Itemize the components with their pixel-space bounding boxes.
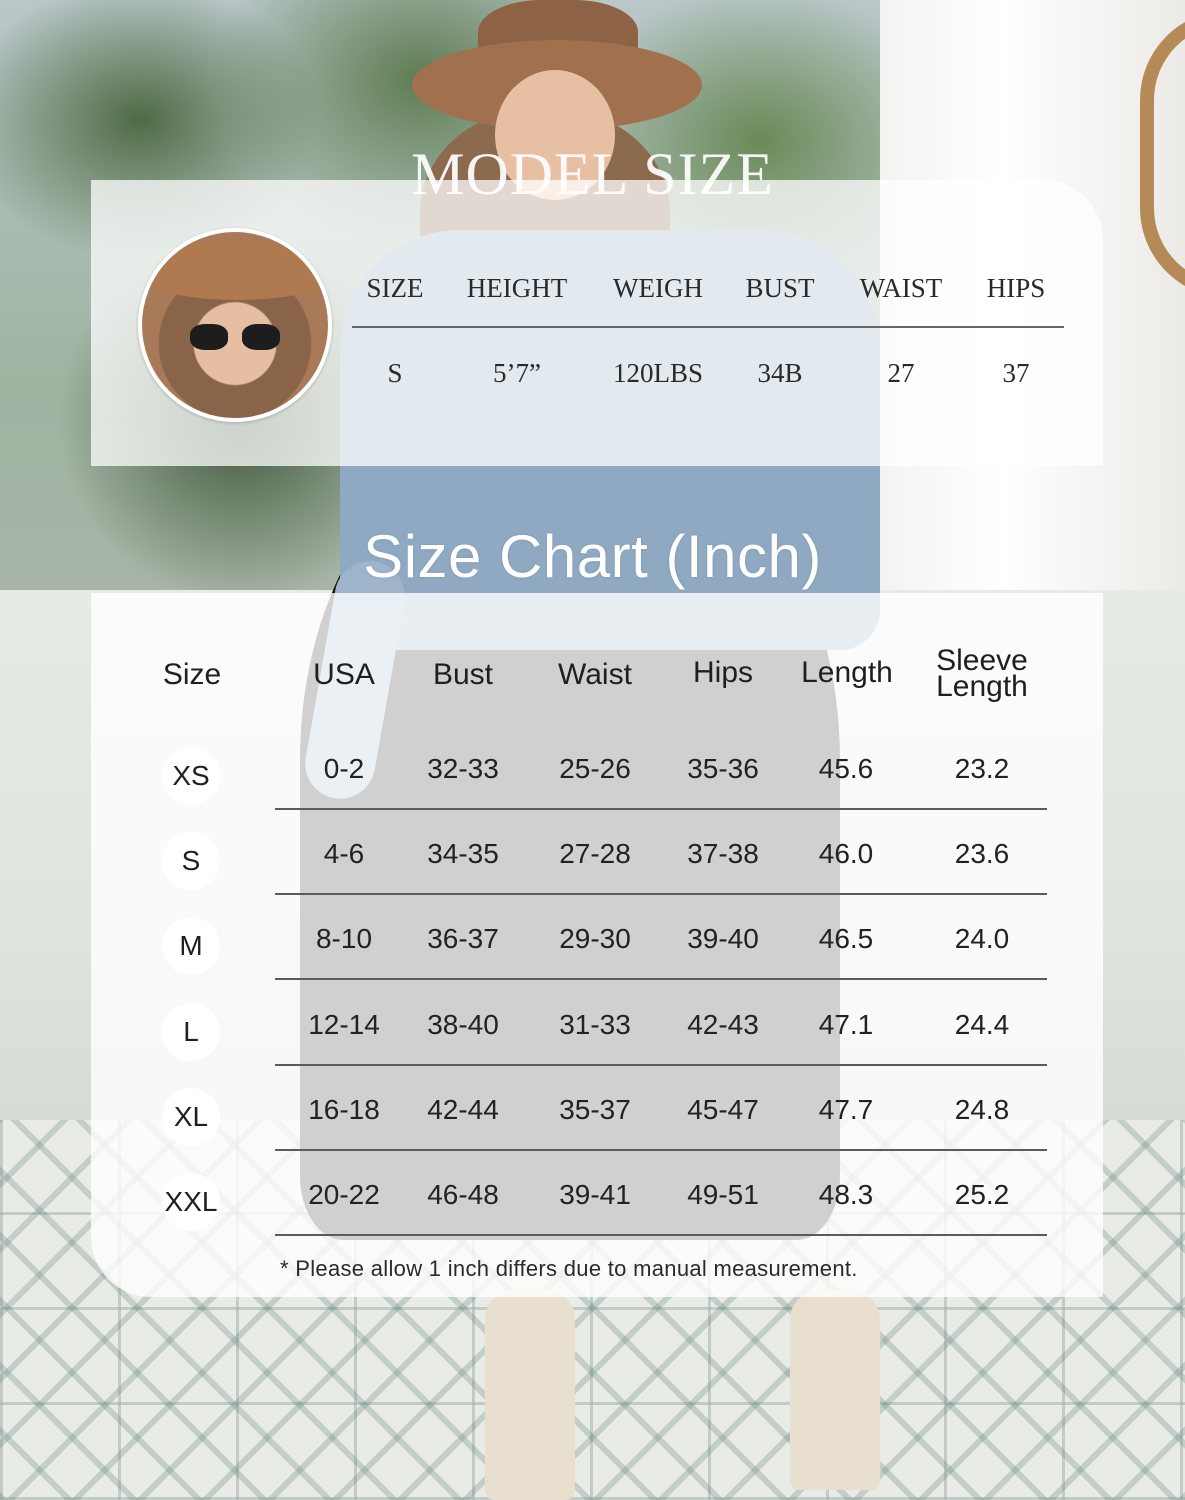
model-header-hips: HIPS [986,273,1046,303]
cell-sleeve-length: 23.2 [954,753,1010,784]
model-value-size: S [387,358,403,388]
cell-waist: 31-33 [559,1008,631,1040]
model-boot-right [790,1290,880,1490]
avatar-hat [142,240,328,300]
cell-bust: 42-44 [427,1093,499,1125]
row-divider [275,1063,1047,1066]
model-value-weigh: 120LBS [612,358,704,388]
cell-hips: 39-40 [687,923,759,955]
cell-length: 46.0 [818,838,874,870]
size-badge: M [162,917,220,976]
cell-hips: 37-38 [687,838,759,870]
row-divider [275,893,1047,896]
cell-sleeve-length: 23.6 [954,838,1010,870]
chart-header-hips: Hips [692,656,753,689]
cell-waist: 29-30 [559,923,631,955]
size-badge: L [162,1002,220,1061]
model-avatar [138,228,332,422]
chart-header-sleeve-line2: Length [936,670,1028,703]
cell-length: 47.7 [818,1093,874,1125]
model-value-bust: 34B [757,358,803,388]
cell-length: 48.3 [818,1179,874,1210]
model-header-size: SIZE [366,273,424,303]
row-divider [275,978,1047,981]
model-value-height: 5’7” [493,358,541,388]
cell-sleeve-length: 24.4 [954,1008,1010,1040]
row-divider [275,808,1047,810]
cell-bust: 38-40 [427,1008,499,1040]
model-size-divider [352,326,1064,328]
cell-hips: 49-51 [687,1179,759,1210]
cell-length: 47.1 [818,1008,874,1040]
chart-header-size: Size [162,658,222,691]
cell-waist: 39-41 [559,1179,631,1210]
chart-header-waist: Waist [558,658,632,691]
size-badge: XS [162,747,220,805]
model-boot-left [485,1290,575,1500]
cell-sleeve-length: 25.2 [954,1179,1010,1210]
model-size-title: MODEL SIZE [411,141,774,207]
measurement-note: * Please allow 1 inch differs due to man… [280,1256,858,1281]
chart-header-usa: USA [313,658,375,691]
row-divider [275,1148,1047,1151]
model-header-weigh: WEIGH [613,273,703,303]
cell-sleeve-length: 24.8 [954,1093,1010,1125]
row-divider [275,1234,1047,1236]
size-badge: S [162,832,220,891]
chart-header-sleeve-length: Sleeve Length [922,646,1042,703]
model-value-hips: 37 [1002,358,1030,388]
size-chart-title: Size Chart (Inch) [363,523,822,590]
cell-hips: 45-47 [687,1093,759,1125]
cell-bust: 32-33 [427,753,499,784]
cell-hips: 42-43 [687,1008,759,1040]
cell-bust: 46-48 [427,1179,499,1210]
cell-length: 46.5 [818,923,874,955]
cell-waist: 25-26 [559,753,631,784]
cell-bust: 36-37 [427,923,499,955]
cell-waist: 27-28 [559,838,631,870]
chart-header-bust: Bust [432,658,494,691]
model-header-bust: BUST [745,273,815,303]
cell-sleeve-length: 24.0 [954,923,1010,955]
cell-hips: 35-36 [687,753,759,784]
size-badge: XL [162,1087,220,1146]
size-badge: XXL [162,1173,220,1231]
cell-bust: 34-35 [427,838,499,870]
cell-waist: 35-37 [559,1093,631,1125]
cell-length: 45.6 [818,753,874,784]
chart-header-length: Length [801,656,893,689]
model-header-height: HEIGHT [466,273,568,303]
sunglasses-icon [190,324,280,350]
